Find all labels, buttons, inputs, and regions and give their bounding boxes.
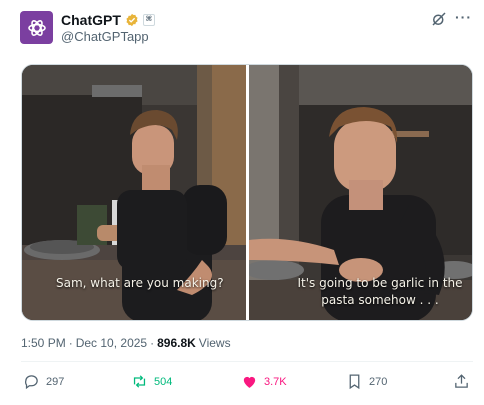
repost-count: 504 xyxy=(154,375,173,388)
views-label: Views xyxy=(198,336,231,350)
repost-button[interactable]: 504 xyxy=(131,373,172,390)
meta-separator: · xyxy=(68,336,73,350)
video-media[interactable]: Sam, what are you making? It's going to … xyxy=(21,64,473,321)
caption-right: It's going to be garlic in the pasta som… xyxy=(297,276,463,307)
video-frame-right: It's going to be garlic in the pasta som… xyxy=(249,65,472,320)
share-icon xyxy=(455,374,468,388)
more-options-icon[interactable]: ··· xyxy=(455,9,472,25)
video-frame-left: Sam, what are you making? xyxy=(22,65,246,320)
caption-left: Sam, what are you making? xyxy=(56,276,224,290)
divider-line xyxy=(21,361,473,362)
post-date[interactable]: Dec 10, 2025 xyxy=(76,336,147,350)
reply-button[interactable]: 297 xyxy=(23,373,64,390)
meta-separator: · xyxy=(150,336,155,350)
verified-badge-icon[interactable] xyxy=(125,13,139,27)
views-count: 896.8K xyxy=(157,336,196,350)
reply-count: 297 xyxy=(46,375,65,388)
affiliate-badge-icon[interactable]: ⌘ xyxy=(142,14,155,26)
openai-logo-icon xyxy=(27,19,46,36)
repost-icon xyxy=(133,375,146,388)
grok-icon[interactable] xyxy=(430,10,448,28)
heart-icon xyxy=(243,376,256,388)
like-count: 3.7K xyxy=(264,375,287,388)
action-bar: 297 504 3.7K 270 xyxy=(21,373,473,393)
reply-icon xyxy=(25,375,38,390)
avatar[interactable] xyxy=(20,11,53,44)
post-time[interactable]: 1:50 PM xyxy=(21,336,66,350)
tweet-meta: 1:50 PM · Dec 10, 2025 · 896.8K Views xyxy=(21,336,231,350)
display-name[interactable]: ChatGPT xyxy=(61,12,121,28)
bookmark-count: 270 xyxy=(369,375,388,388)
name-row: ChatGPT ⌘ xyxy=(61,11,155,29)
bookmark-icon xyxy=(349,374,360,390)
bookmark-button[interactable]: 270 xyxy=(346,373,387,390)
share-button[interactable] xyxy=(453,373,470,390)
user-handle[interactable]: @ChatGPTapp xyxy=(61,29,149,44)
like-button[interactable]: 3.7K xyxy=(241,373,287,390)
tweet-header: ChatGPT ⌘ @ChatGPTapp ··· xyxy=(20,8,472,50)
